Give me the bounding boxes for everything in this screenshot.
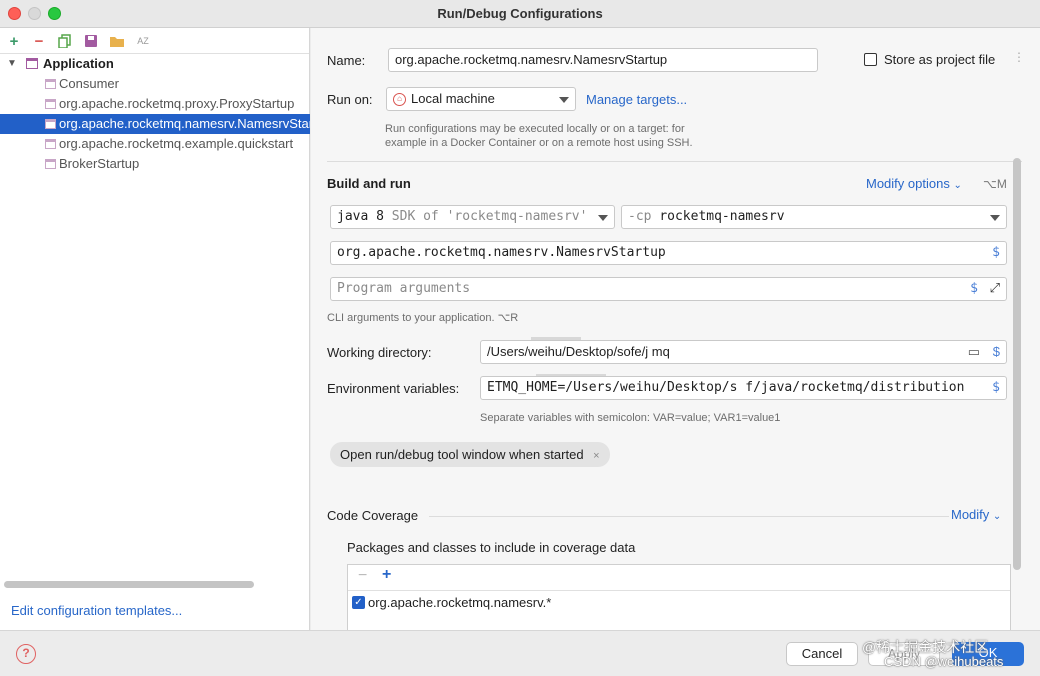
modify-options-label: Modify options (866, 176, 950, 191)
config-icon (45, 79, 56, 89)
program-arguments-field[interactable]: Program arguments $ ⤢ (330, 277, 1007, 301)
chevron-down-icon: ⌄ (953, 180, 962, 191)
tree-item-proxy-startup[interactable]: org.apache.rocketmq.proxy.ProxyStartup (0, 94, 310, 114)
classpath-select[interactable]: -cp rocketmq-namesrv (621, 205, 1007, 229)
save-icon[interactable] (83, 33, 99, 49)
chevron-down-icon (559, 97, 569, 103)
add-icon[interactable]: + (382, 566, 391, 584)
section-divider (327, 161, 1022, 162)
tree-item-namesrv-startup[interactable]: org.apache.rocketmq.namesrv.NamesrvStart… (0, 114, 310, 134)
tree-item-broker-startup[interactable]: BrokerStartup (0, 154, 310, 174)
program-arguments-placeholder: Program arguments (337, 281, 471, 296)
chevron-down-icon[interactable]: ▼ (7, 54, 17, 74)
folder-icon[interactable] (109, 33, 125, 49)
working-directory-label: Working directory: (327, 345, 432, 360)
package-checkbox[interactable]: ✓ (352, 596, 365, 609)
folder-icon[interactable]: ▭ (968, 341, 980, 363)
environment-variables-label: Environment variables: (327, 381, 460, 396)
package-label: org.apache.rocketmq.namesrv.* (368, 595, 552, 610)
working-directory-value: /Users/weihu/Desktop/sofe/j mq (487, 344, 670, 359)
code-coverage-heading: Code Coverage (327, 508, 419, 523)
manage-targets-link[interactable]: Manage targets... (586, 92, 687, 107)
main-class-value: org.apache.rocketmq.namesrv.NamesrvStart… (337, 245, 666, 260)
packages-label: Packages and classes to include in cover… (347, 540, 636, 555)
macro-icon[interactable]: $ (992, 242, 1000, 264)
open-tool-window-chip[interactable]: Open run/debug tool window when started … (330, 442, 610, 467)
configurations-sidebar: + − AZ ▼ Application Consumer org.apache… (0, 28, 310, 630)
sort-icon[interactable]: AZ (135, 33, 151, 49)
configuration-form: Name: org.apache.rocketmq.namesrv.Namesr… (311, 28, 1040, 634)
tree-item-label: org.apache.rocketmq.proxy.ProxyStartup (59, 96, 295, 111)
home-icon: ⌂ (393, 93, 406, 106)
tree-item-label: BrokerStartup (59, 156, 140, 171)
vertical-scrollbar[interactable] (1013, 158, 1021, 570)
main-class-field[interactable]: org.apache.rocketmq.namesrv.NamesrvStart… (330, 241, 1007, 265)
run-on-label: Run on: (327, 92, 373, 107)
sdk-hint: SDK of 'rocketmq-namesrv' (391, 209, 588, 224)
cli-help: CLI arguments to your application. ⌥R (327, 312, 519, 324)
window-title: Run/Debug Configurations (437, 6, 603, 21)
cancel-button[interactable]: Cancel (786, 642, 858, 666)
remove-icon[interactable]: − (358, 567, 367, 585)
name-field[interactable]: org.apache.rocketmq.namesrv.NamesrvStart… (388, 48, 818, 72)
tree-item-consumer[interactable]: Consumer (0, 74, 310, 94)
add-icon[interactable]: + (6, 33, 22, 50)
config-icon (45, 119, 56, 129)
modify-options-link[interactable]: Modify options ⌄ (866, 176, 962, 191)
macro-icon[interactable]: $ (993, 341, 1000, 363)
modify-label: Modify (951, 507, 990, 522)
application-icon (26, 58, 38, 69)
edit-templates-link[interactable]: Edit configuration templates... (11, 603, 182, 618)
tree-root-label: Application (43, 56, 114, 71)
store-project-checkbox[interactable] (864, 53, 877, 66)
more-options-icon[interactable]: ⋮ (1013, 50, 1025, 64)
config-icon (45, 99, 56, 109)
config-icon (45, 159, 56, 169)
packages-toolbar: − + (348, 565, 1010, 591)
horizontal-scrollbar[interactable] (4, 581, 254, 588)
packages-list: − + ✓ org.apache.rocketmq.namesrv.* (347, 564, 1011, 634)
package-row[interactable]: ✓ org.apache.rocketmq.namesrv.* (348, 591, 1010, 615)
store-project-label: Store as project file (884, 52, 996, 67)
section-divider (429, 516, 949, 517)
watermark-line2: CSDN @weihubeats (884, 654, 1004, 669)
title-bar: Run/Debug Configurations (0, 0, 1040, 28)
chevron-down-icon: ⌄ (992, 511, 1002, 522)
chip-label: Open run/debug tool window when started (340, 447, 584, 462)
cp-flag: -cp (628, 209, 652, 224)
environment-variables-field[interactable]: ETMQ_HOME=/Users/weihu/Desktop/s f/java/… (480, 376, 1007, 400)
environment-variables-help: Separate variables with semicolon: VAR=v… (480, 412, 781, 424)
name-label: Name: (327, 53, 366, 68)
tree-item-label: org.apache.rocketmq.example.quickstart (59, 136, 294, 151)
working-directory-field[interactable]: /Users/weihu/Desktop/sofe/j mq ▭ $ (480, 340, 1007, 364)
build-run-heading: Build and run (327, 176, 411, 191)
modify-link[interactable]: Modify ⌄ (951, 507, 1001, 522)
sdk-select[interactable]: java 8 SDK of 'rocketmq-namesrv' (330, 205, 615, 229)
macro-icon[interactable]: $ (988, 377, 1000, 399)
environment-variables-value: ETMQ_HOME=/Users/weihu/Desktop/s f/java/… (487, 380, 965, 395)
run-on-help: Run configurations may be executed local… (385, 123, 693, 149)
config-icon (45, 139, 56, 149)
tree-item-label: org.apache.rocketmq.namesrv.NamesrvStart… (59, 116, 310, 131)
help-icon[interactable]: ? (16, 644, 36, 664)
modify-options-shortcut: ⌥M (983, 177, 1007, 191)
cp-value: rocketmq-namesrv (659, 209, 785, 224)
sdk-value: java 8 (337, 209, 384, 224)
run-on-select[interactable]: ⌂ Local machine (386, 87, 576, 111)
tree-item-quickstart[interactable]: org.apache.rocketmq.example.quickstart (0, 134, 310, 154)
chevron-down-icon (990, 215, 1000, 221)
tree-item-label: Consumer (59, 76, 119, 91)
bottom-bar: ? Cancel Apply OK @稀土掘金技术社区 CSDN @weihub… (0, 630, 1040, 676)
chevron-down-icon (598, 215, 608, 221)
remove-icon[interactable]: − (31, 33, 47, 50)
tree-root-application[interactable]: ▼ Application (0, 54, 310, 74)
expand-icon[interactable]: ⤢ (990, 278, 1000, 300)
remove-chip-icon[interactable]: × (593, 450, 599, 462)
copy-icon[interactable] (57, 33, 73, 49)
sidebar-toolbar: + − AZ (0, 28, 309, 54)
run-on-value: Local machine (411, 91, 495, 106)
macro-icon[interactable]: $ (970, 278, 978, 300)
